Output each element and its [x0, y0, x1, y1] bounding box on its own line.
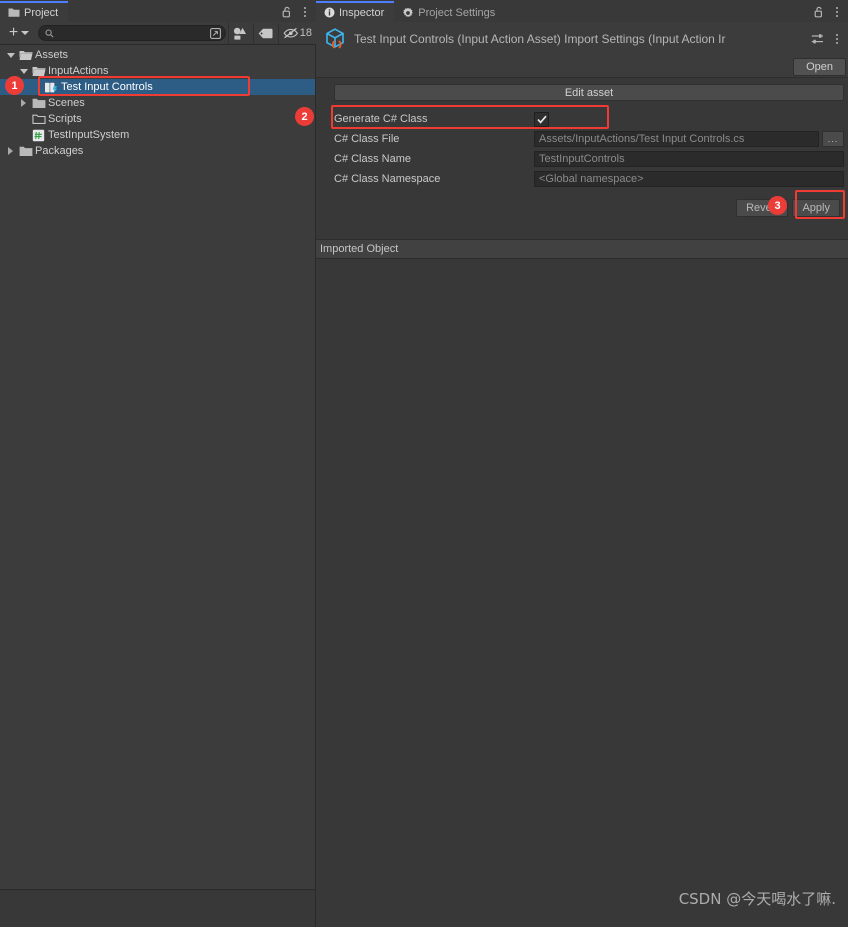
csharp-class-name-label: C# Class Name [334, 153, 412, 165]
open-button[interactable]: Open [793, 57, 846, 76]
label-tag-icon [258, 28, 273, 39]
inspector-panel: Inspector Project Settings Test Input Co… [316, 0, 848, 927]
create-asset-button[interactable]: + [0, 23, 38, 44]
project-tabbar: Project [0, 0, 316, 22]
eye-slash-icon [283, 27, 299, 39]
csharp-class-namespace-label: C# Class Namespace [334, 173, 441, 185]
imported-object-header: Imported Object [316, 239, 848, 259]
folder-icon [8, 7, 20, 18]
tree-row-label: Scenes [48, 97, 85, 109]
edit-asset-button[interactable]: Edit asset [334, 84, 844, 101]
tree-row-testinputsystem[interactable]: TestInputSystem [0, 127, 315, 143]
tab-project-settings-label: Project Settings [418, 6, 496, 19]
annotation-badge-2: 2 [295, 107, 314, 126]
folder-outline-icon [30, 111, 47, 127]
tree-row-scripts[interactable]: Scripts [0, 111, 315, 127]
imported-object-label: Imported Object [320, 243, 399, 255]
project-toolbar: + 18 [0, 22, 316, 45]
tree-row-label: Packages [35, 145, 84, 157]
project-tab-actions [282, 1, 316, 22]
input-action-asset-icon [322, 26, 348, 52]
ellipsis-icon[interactable]: ... [822, 131, 844, 147]
folder-icon [30, 95, 47, 111]
folder-open-icon [17, 47, 34, 63]
info-icon [324, 7, 335, 18]
generate-csharp-class-label: Generate C# Class [334, 113, 428, 125]
csharp-script-icon [30, 127, 47, 143]
lock-open-icon[interactable] [282, 6, 292, 18]
kebab-menu-icon[interactable] [832, 6, 842, 18]
generate-csharp-class-row[interactable]: Generate C# Class [334, 109, 844, 129]
tree-row-scenes[interactable]: Scenes [0, 95, 315, 111]
twisty-collapsed-icon[interactable] [17, 95, 30, 111]
tab-inspector[interactable]: Inspector [316, 1, 395, 22]
twisty-none [17, 111, 30, 127]
tree-row-packages[interactable]: Packages [0, 143, 315, 159]
tab-inspector-label: Inspector [339, 6, 385, 19]
search-input[interactable] [58, 26, 210, 40]
twisty-expanded-icon[interactable] [4, 47, 17, 63]
generate-csharp-class-checkbox[interactable] [534, 111, 549, 127]
inspector-header-actions [811, 33, 848, 45]
kebab-menu-icon[interactable] [832, 33, 842, 45]
annotation-badge-1: 1 [5, 76, 24, 95]
folder-open-icon [30, 63, 47, 79]
preset-sliders-icon[interactable] [811, 33, 824, 45]
edit-asset-row: Edit asset [316, 78, 848, 101]
editor-window: Project + 18 Assets InputActions Test In… [0, 0, 848, 927]
csharp-class-file-field[interactable]: Assets/InputActions/Test Input Controls.… [534, 131, 819, 147]
csharp-class-namespace-field[interactable]: <Global namespace> [534, 171, 844, 187]
hidden-packages-button[interactable]: 18 [277, 22, 316, 44]
tree-row-inputactions[interactable]: InputActions [0, 63, 315, 79]
twisty-collapsed-icon[interactable] [4, 143, 17, 159]
project-tree[interactable]: Assets InputActions Test Input Controls … [0, 45, 316, 889]
twisty-none [30, 79, 43, 95]
inspector-tab-actions [814, 1, 848, 22]
lock-open-icon[interactable] [814, 6, 824, 18]
import-settings-properties: Generate C# Class C# Class File Assets/I… [316, 101, 848, 217]
csharp-class-name-row[interactable]: C# Class Name TestInputControls [334, 149, 844, 169]
tree-row-label: Scripts [48, 113, 82, 125]
tree-row-label: InputActions [48, 65, 109, 77]
csharp-class-namespace-row[interactable]: C# Class Namespace <Global namespace> [334, 169, 844, 189]
twisty-none [17, 127, 30, 143]
gear-icon [402, 7, 414, 19]
input-action-asset-icon [43, 79, 60, 95]
csharp-class-file-label: C# Class File [334, 133, 400, 145]
hidden-packages-count: 18 [299, 27, 312, 39]
filter-by-type-button[interactable] [227, 22, 253, 44]
search-icon [45, 28, 54, 38]
imported-object-preview: CSDN @今天喝水了嘛. [316, 259, 848, 927]
plus-icon: + [8, 24, 19, 41]
tree-row-test-input-controls[interactable]: Test Input Controls [0, 79, 315, 95]
search-input-wrap[interactable] [38, 25, 226, 41]
tree-row-label: TestInputSystem [48, 129, 130, 141]
annotation-badge-3: 3 [768, 196, 787, 215]
inspector-tabbar: Inspector Project Settings [316, 0, 848, 22]
tree-row-label: Assets [35, 49, 69, 61]
tab-project-label: Project [24, 6, 59, 19]
inspector-asset-title: Test Input Controls (Input Action Asset)… [354, 32, 726, 46]
filter-by-label-button[interactable] [252, 22, 278, 44]
tree-row-label: Test Input Controls [61, 81, 153, 93]
watermark: CSDN @今天喝水了嘛. [678, 890, 836, 908]
folder-icon [17, 143, 34, 159]
checkmark-icon [536, 115, 547, 124]
apply-button[interactable]: Apply [792, 199, 840, 217]
kebab-menu-icon[interactable] [300, 6, 310, 18]
csharp-class-file-row[interactable]: C# Class File Assets/InputActions/Test I… [334, 129, 844, 149]
chevron-down-icon [21, 31, 30, 35]
asset-type-filter-icon [233, 27, 248, 40]
tab-project[interactable]: Project [0, 1, 69, 22]
project-panel-footer [0, 889, 316, 927]
tab-project-settings[interactable]: Project Settings [394, 1, 506, 22]
inspector-asset-header: Test Input Controls (Input Action Asset)… [316, 22, 848, 56]
project-panel: Project + 18 Assets InputActions Test In… [0, 0, 316, 927]
inspector-open-row: Open [316, 56, 848, 78]
search-window-popout-icon[interactable] [209, 27, 221, 39]
tree-row-assets[interactable]: Assets [0, 47, 315, 63]
csharp-class-name-field[interactable]: TestInputControls [534, 151, 844, 167]
